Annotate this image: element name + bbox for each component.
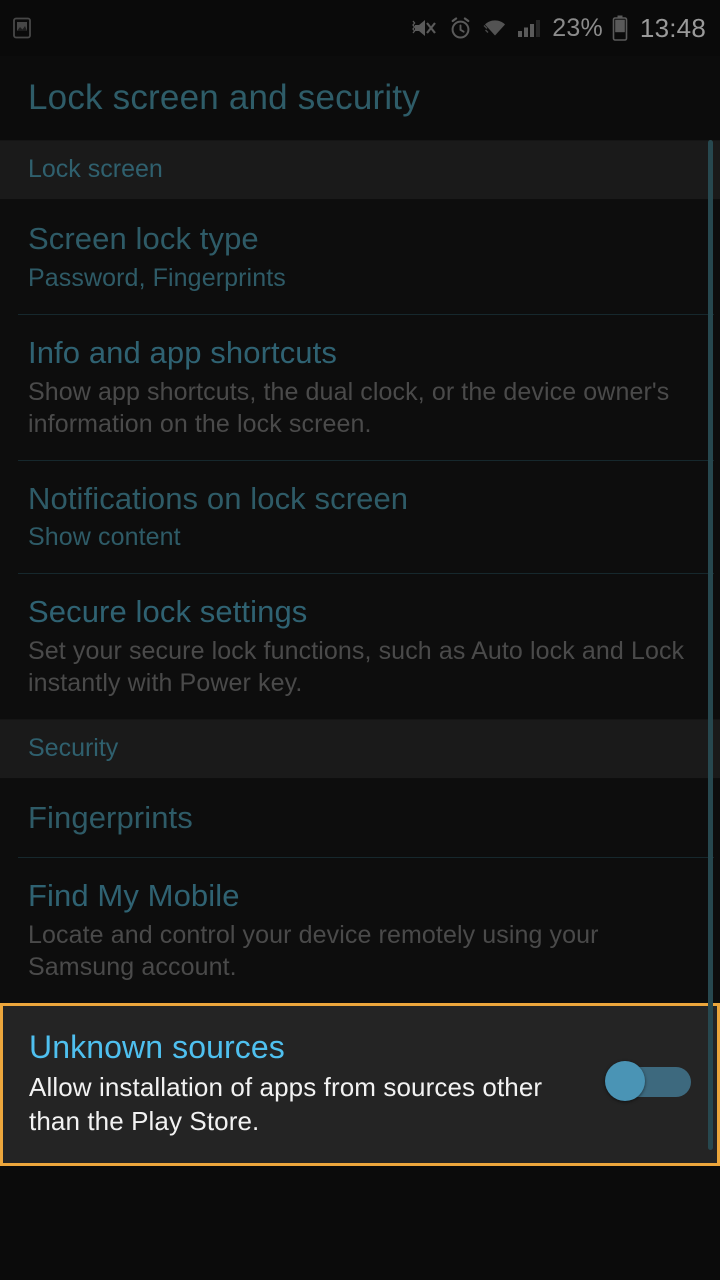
settings-list: Lock screen Screen lock type Password, F… — [0, 140, 720, 1190]
setting-row-screen-lock-type[interactable]: Screen lock type Password, Fingerprints — [0, 200, 720, 314]
scrollbar-thumb[interactable] — [708, 140, 713, 1150]
row-subtitle: Show content — [28, 521, 692, 553]
row-title: Screen lock type — [28, 220, 692, 258]
row-title: Info and app shortcuts — [28, 334, 692, 372]
screenshot-saved-icon — [10, 16, 34, 40]
setting-row-info-and-app-shortcuts[interactable]: Info and app shortcuts Show app shortcut… — [0, 314, 720, 460]
status-bar-left-icons — [10, 16, 411, 40]
section-label: Lock screen — [28, 155, 692, 184]
row-title: Fingerprints — [28, 799, 692, 837]
scrollbar[interactable] — [708, 140, 713, 1240]
battery-percent-label: 23% — [552, 16, 603, 41]
setting-row-unknown-sources[interactable]: Unknown sources Allow installation of ap… — [0, 1003, 720, 1166]
row-subtitle: Password, Fingerprints — [28, 262, 692, 294]
row-title: Find My Mobile — [28, 877, 692, 915]
status-bar-right-icons: 23% 13:48 — [411, 15, 706, 41]
setting-row-notifications-on-lock-screen[interactable]: Notifications on lock screen Show conten… — [0, 460, 720, 574]
section-label: Security — [28, 734, 692, 763]
battery-icon — [612, 15, 628, 41]
row-title: Notifications on lock screen — [28, 480, 692, 518]
mute-vibrate-icon — [411, 15, 439, 41]
alarm-icon — [448, 16, 473, 41]
row-subtitle: Show app shortcuts, the dual clock, or t… — [28, 376, 692, 440]
list-bottom-filler — [0, 1166, 720, 1190]
page-title-bar: Lock screen and security — [0, 56, 720, 140]
cellular-signal-icon — [517, 17, 543, 39]
row-title: Unknown sources — [29, 1028, 591, 1067]
clock-label: 13:48 — [640, 15, 706, 41]
toggle-thumb — [605, 1061, 645, 1101]
settings-screen: 23% 13:48 Lock screen and security Lock … — [0, 0, 720, 1280]
unknown-sources-toggle[interactable] — [605, 1064, 691, 1098]
row-title: Secure lock settings — [28, 593, 692, 631]
page-title: Lock screen and security — [28, 78, 420, 118]
row-subtitle: Locate and control your device remotely … — [28, 919, 692, 983]
wifi-icon — [482, 16, 508, 40]
unknown-sources-text: Unknown sources Allow installation of ap… — [29, 1028, 605, 1139]
section-header-lock-screen: Lock screen — [0, 140, 720, 200]
setting-row-secure-lock-settings[interactable]: Secure lock settings Set your secure loc… — [0, 573, 720, 719]
row-subtitle: Allow installation of apps from sources … — [29, 1071, 591, 1139]
row-subtitle: Set your secure lock functions, such as … — [28, 635, 692, 699]
status-bar: 23% 13:48 — [0, 0, 720, 56]
setting-row-fingerprints[interactable]: Fingerprints — [0, 779, 720, 857]
section-header-security: Security — [0, 719, 720, 779]
setting-row-find-my-mobile[interactable]: Find My Mobile Locate and control your d… — [0, 857, 720, 1003]
